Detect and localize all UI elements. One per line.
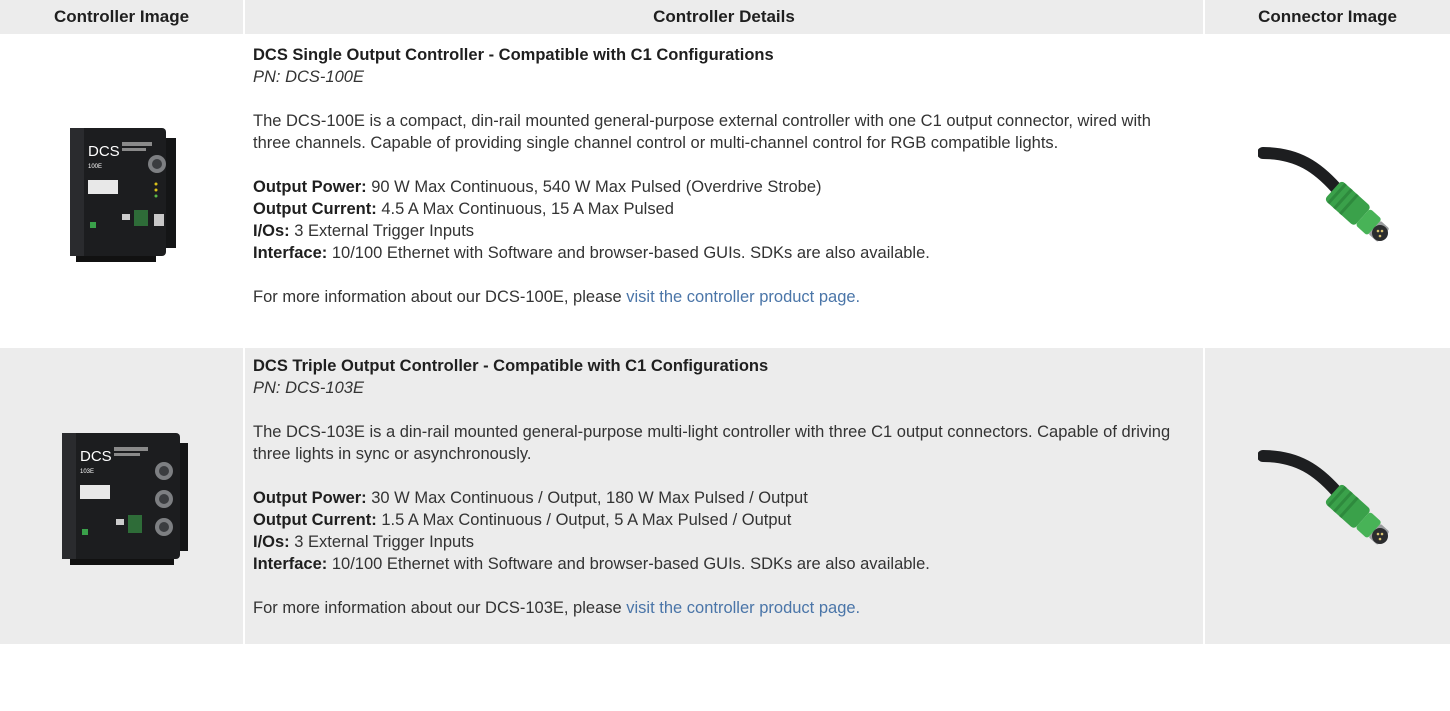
controller-image-cell: DCS 100E — [0, 37, 245, 348]
more-info-line: For more information about our DCS-103E,… — [253, 599, 861, 617]
device-model-label: 103E — [80, 469, 94, 475]
header-controller-details: Controller Details — [245, 0, 1205, 37]
product-description: The DCS-103E is a din-rail mounted gener… — [253, 423, 1171, 463]
part-number: PN: DCS-100E — [253, 68, 364, 86]
connector-cable-image — [1257, 146, 1389, 241]
device-model-label: 100E — [88, 164, 102, 170]
spec-output-power: Output Power: 30 W Max Continuous / Outp… — [253, 489, 808, 507]
product-description: The DCS-100E is a compact, din-rail moun… — [253, 112, 1151, 152]
connector-image-cell — [1205, 348, 1450, 644]
product-page-link[interactable]: visit the controller product page. — [626, 599, 860, 617]
spec-ios: I/Os: 3 External Trigger Inputs — [253, 222, 475, 240]
part-number: PN: DCS-103E — [253, 379, 364, 397]
table-row: DCS 103E DCS Triple Output Controller - … — [0, 348, 1450, 644]
spec-output-power: Output Power: 90 W Max Continuous, 540 W… — [253, 178, 822, 196]
spec-ios: I/Os: 3 External Trigger Inputs — [253, 533, 475, 551]
controllers-table: Controller Image Controller Details Conn… — [0, 0, 1450, 644]
product-title: DCS Single Output Controller - Compatibl… — [253, 46, 774, 64]
controller-device-image: DCS 103E — [61, 433, 188, 565]
connector-cable-image — [1257, 450, 1389, 545]
controller-device-image: DCS 100E — [69, 127, 176, 262]
spec-interface: Interface: 10/100 Ethernet with Software… — [253, 244, 930, 262]
product-title: DCS Triple Output Controller - Compatibl… — [253, 357, 769, 375]
header-connector-image: Connector Image — [1205, 0, 1450, 37]
controller-details-cell: DCS Triple Output Controller - Compatibl… — [245, 348, 1205, 644]
spec-output-current: Output Current: 4.5 A Max Continuous, 15… — [253, 200, 674, 218]
device-brand-label: DCS — [80, 448, 112, 465]
controller-image-cell: DCS 103E — [0, 348, 245, 644]
table-header-row: Controller Image Controller Details Conn… — [0, 0, 1450, 37]
spec-interface: Interface: 10/100 Ethernet with Software… — [253, 555, 930, 573]
header-controller-image: Controller Image — [0, 0, 245, 37]
controller-details-cell: DCS Single Output Controller - Compatibl… — [245, 37, 1205, 348]
device-brand-label: DCS — [88, 143, 120, 160]
connector-image-cell — [1205, 37, 1450, 348]
spec-output-current: Output Current: 1.5 A Max Continuous / O… — [253, 511, 792, 529]
table-row: DCS 100E DCS Single Output Controller - … — [0, 37, 1450, 348]
product-page-link[interactable]: visit the controller product page. — [626, 288, 860, 306]
more-info-line: For more information about our DCS-100E,… — [253, 288, 861, 306]
